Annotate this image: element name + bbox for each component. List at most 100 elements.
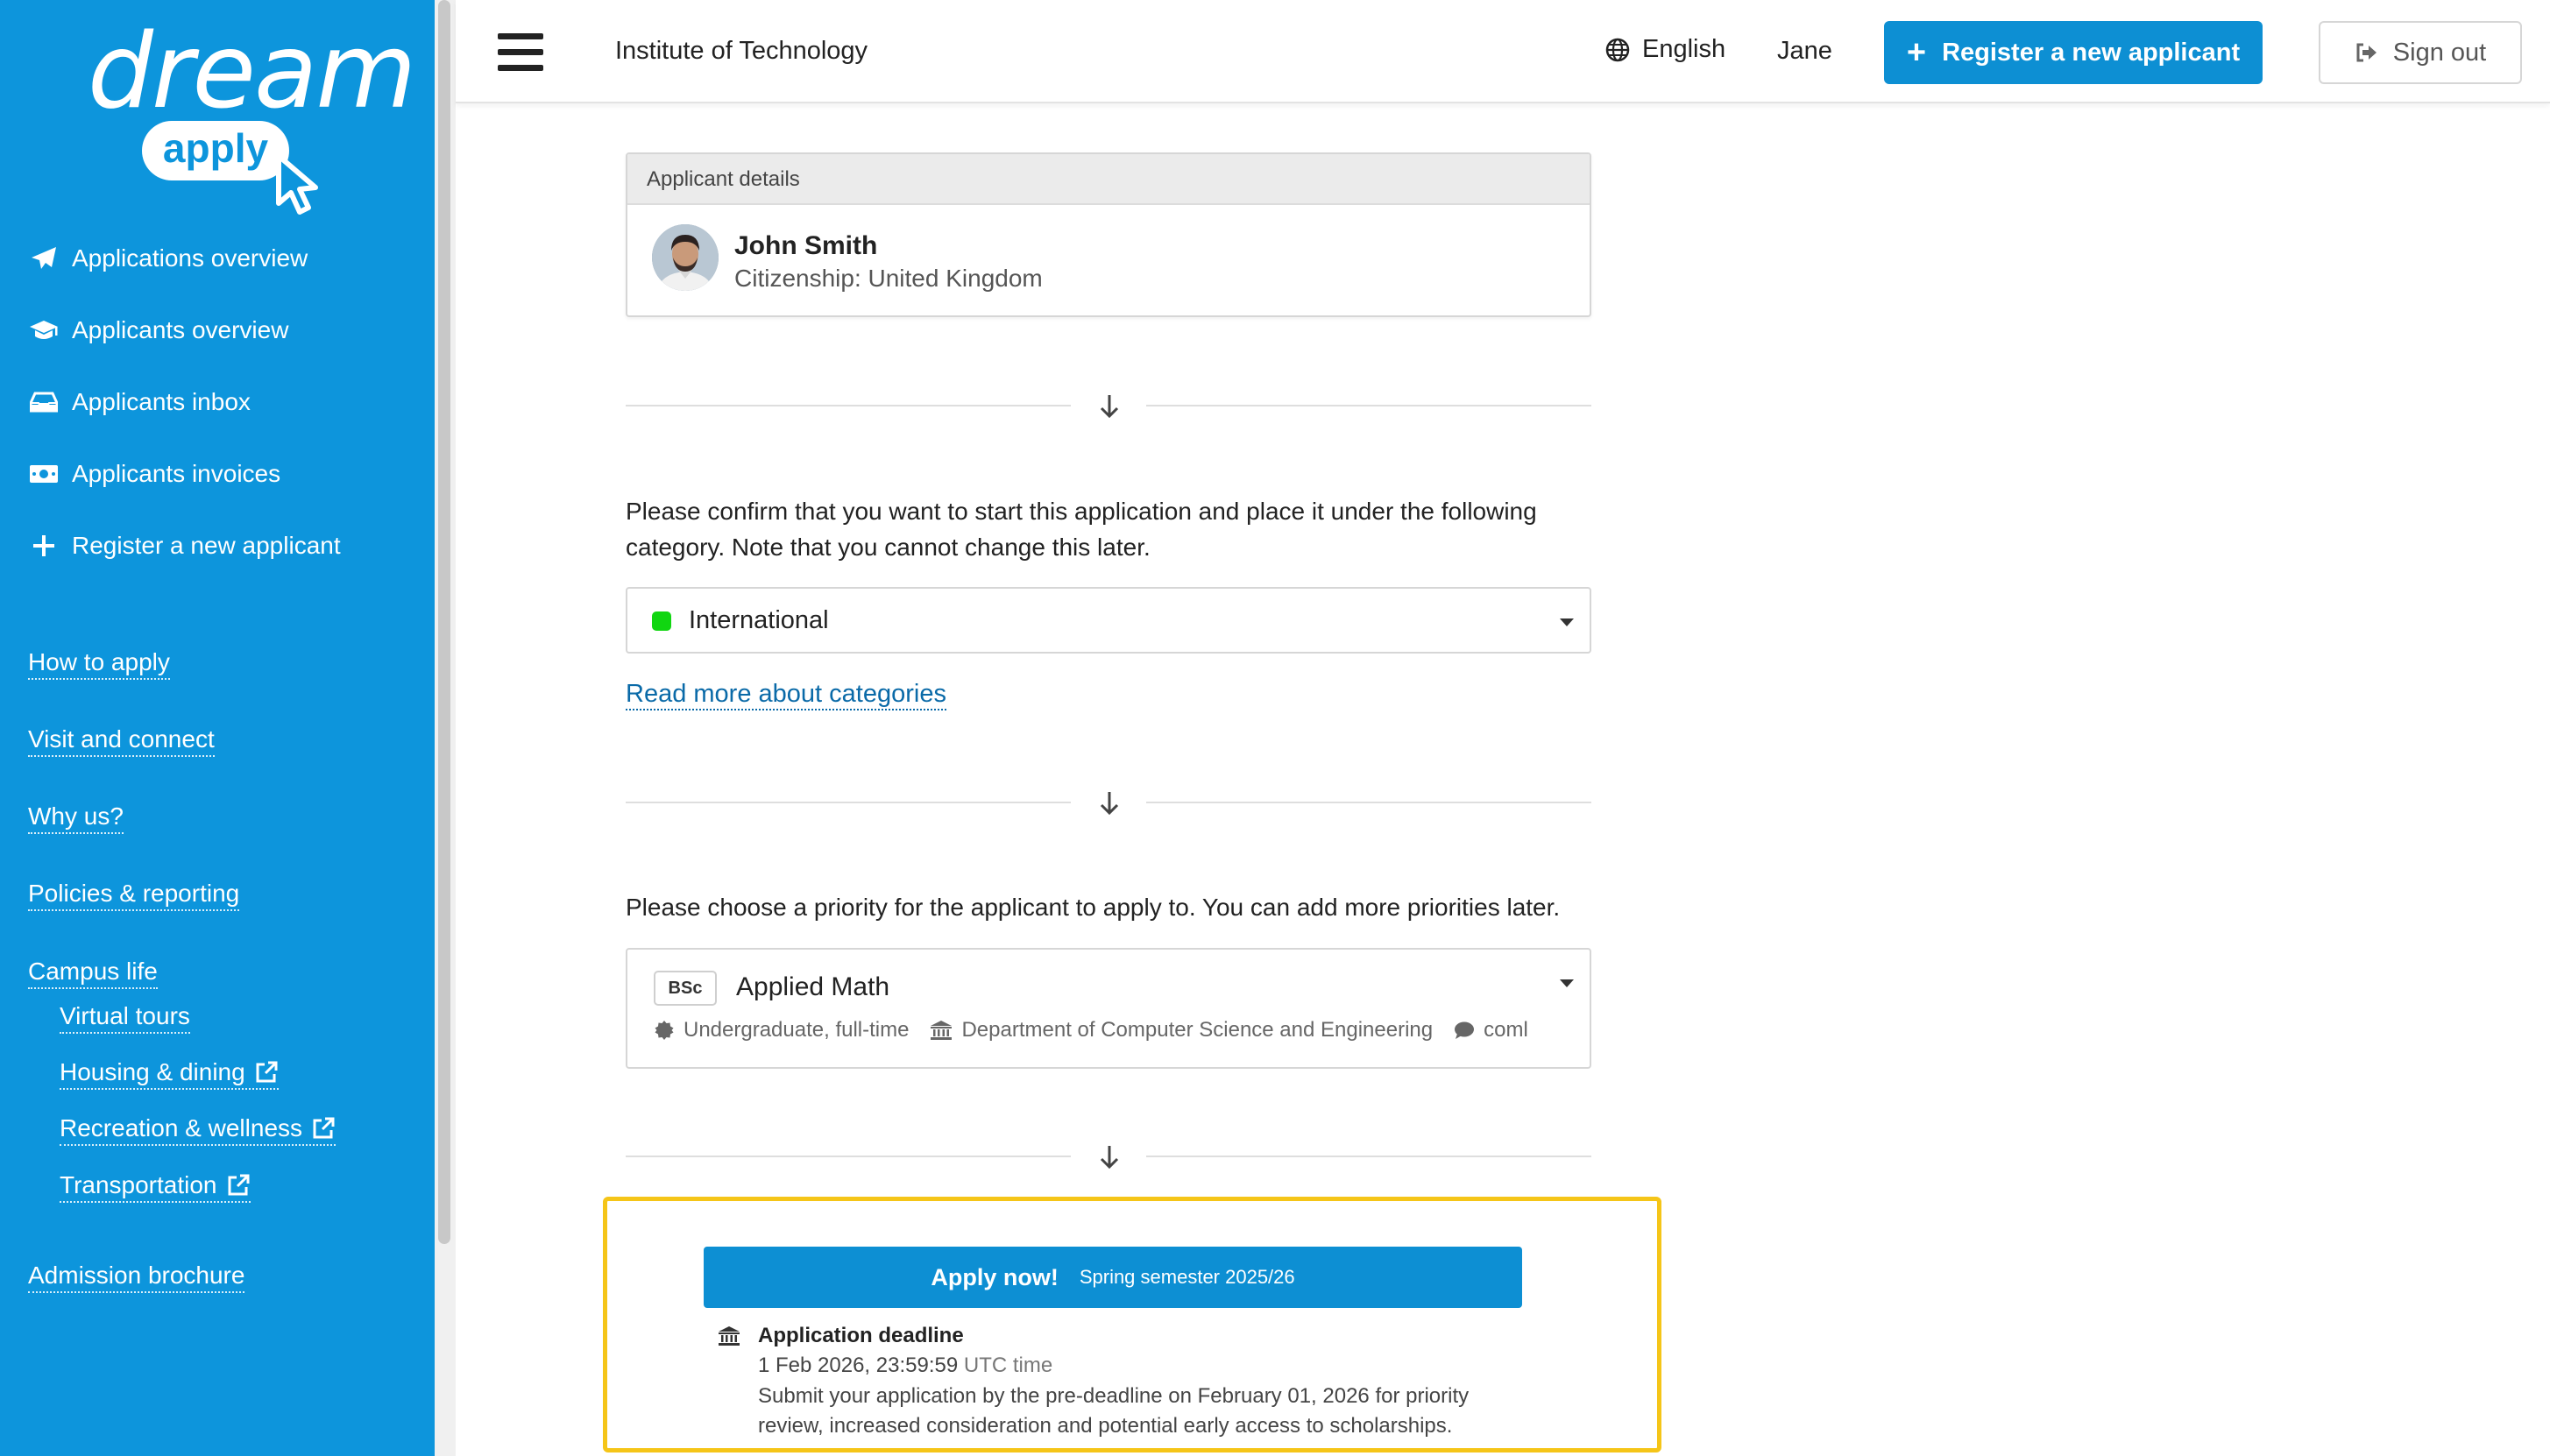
register-button-label: Register a new applicant (1942, 38, 2241, 67)
sidebar-item-label: Applications overview (72, 244, 308, 272)
read-more-categories-link[interactable]: Read more about categories (626, 680, 946, 710)
priority-prompt: Please choose a priority for the applica… (626, 894, 1561, 921)
link-label: Admission brochure (28, 1262, 245, 1289)
applicant-details-card: Applicant details John Smith Citizenship… (626, 152, 1591, 317)
arrow-down-icon (1100, 792, 1119, 816)
scrollbar-thumb[interactable] (438, 0, 450, 1244)
link-housing-dining[interactable]: Housing & dining (60, 1058, 279, 1090)
category-select[interactable]: International (626, 587, 1591, 654)
sidebar: dream apply Applications overview Applic… (0, 0, 435, 1456)
link-why-us[interactable]: Why us? (28, 802, 124, 834)
cursor-icon (276, 153, 318, 215)
category-prompt: Please confirm that you want to start th… (626, 498, 1537, 561)
user-menu[interactable]: Jane (1777, 37, 1832, 66)
link-label: Transportation (60, 1171, 217, 1198)
top-bar: Institute of Technology English Jane + R… (456, 0, 2550, 103)
chevron-down-icon (1560, 618, 1574, 626)
step-divider (626, 1139, 1591, 1174)
link-transportation[interactable]: Transportation (60, 1171, 251, 1203)
sidebar-scrollbar[interactable] (435, 0, 456, 1456)
sign-out-label: Sign out (2392, 38, 2487, 67)
chevron-down-icon (1560, 979, 1574, 987)
logo-wordmark: dream (88, 11, 416, 131)
programme-level: Undergraduate, full-time (654, 1018, 909, 1043)
link-label: Policies & reporting (28, 880, 240, 907)
register-applicant-button[interactable]: + Register a new applicant (1884, 21, 2263, 84)
link-virtual-tours[interactable]: Virtual tours (60, 1002, 190, 1034)
institution-name: Institute of Technology (615, 37, 868, 65)
sidebar-item-label: Applicants overview (72, 316, 289, 343)
dreamapply-logo[interactable]: dream apply (88, 19, 416, 215)
link-label: Housing & dining (60, 1058, 245, 1085)
sign-out-icon (2356, 43, 2376, 62)
card-header: Applicant details (627, 154, 1590, 205)
link-campus-life[interactable]: Campus life (28, 958, 158, 989)
paper-plane-icon (28, 245, 60, 272)
link-visit-and-connect[interactable]: Visit and connect (28, 725, 215, 757)
deadline-datetime: 1 Feb 2026, 23:59:59 (758, 1354, 959, 1377)
semester-label: Spring semester 2025/26 (1079, 1266, 1295, 1288)
programme-meta: Undergraduate, full-time Department of C… (654, 1018, 1549, 1043)
sidebar-item-applications-overview[interactable]: Applications overview (28, 237, 308, 280)
apply-panel: Apply now! Spring semester 2025/26 Appli… (603, 1197, 1661, 1452)
programme-extra-label: coml (1484, 1018, 1528, 1042)
institution-icon (931, 1021, 953, 1040)
programme-title: Applied Math (736, 972, 890, 1001)
sidebar-item-label: Applicants invoices (72, 460, 281, 487)
programme-level-label: Undergraduate, full-time (684, 1018, 910, 1042)
certificate-icon (655, 1021, 674, 1040)
external-link-icon (228, 1174, 249, 1196)
link-label: Recreation & wellness (60, 1114, 303, 1141)
sidebar-item-applicants-overview[interactable]: Applicants overview (28, 308, 288, 352)
menu-icon[interactable] (498, 33, 543, 72)
sidebar-item-label: Applicants inbox (72, 388, 251, 415)
sidebar-item-applicants-inbox[interactable]: Applicants inbox (28, 380, 251, 424)
globe-icon (1605, 38, 1630, 61)
deadline-date: 1 Feb 2026, 23:59:59 UTC time (758, 1354, 1052, 1378)
inbox-icon (28, 389, 60, 415)
link-label: Campus life (28, 958, 158, 985)
link-admission-brochure[interactable]: Admission brochure (28, 1262, 245, 1293)
applicant-citizenship: Citizenship: United Kingdom (734, 265, 1043, 292)
link-recreation-wellness[interactable]: Recreation & wellness (60, 1114, 336, 1146)
step-divider (626, 785, 1591, 820)
avatar (652, 224, 719, 291)
apply-now-button[interactable]: Apply now! Spring semester 2025/26 (704, 1247, 1522, 1308)
logo-tag: apply (142, 121, 289, 180)
sign-out-button[interactable]: Sign out (2319, 21, 2522, 84)
arrow-down-icon (1100, 1146, 1119, 1170)
link-how-to-apply[interactable]: How to apply (28, 648, 170, 680)
arrow-down-icon (1100, 395, 1119, 419)
link-label: Virtual tours (60, 1002, 190, 1029)
money-bill-icon (28, 461, 60, 487)
link-policies-reporting[interactable]: Policies & reporting (28, 880, 240, 911)
deadline-timezone: UTC time (963, 1354, 1053, 1377)
applicant-name: John Smith (734, 231, 878, 260)
priority-select[interactable]: BSc Applied Math Undergraduate, full-tim… (626, 948, 1591, 1069)
deadline-title: Application deadline (758, 1324, 964, 1347)
degree-badge: BSc (654, 971, 717, 1006)
external-link-icon (256, 1061, 278, 1083)
sidebar-item-applicants-invoices[interactable]: Applicants invoices (28, 452, 280, 496)
programme-department-label: Department of Computer Science and Engin… (961, 1018, 1434, 1042)
category-selected-value: International (689, 606, 829, 634)
plus-icon (28, 533, 60, 559)
category-color-dot (652, 611, 671, 631)
programme-extra: coml (1454, 1018, 1528, 1043)
plus-icon: + (1906, 33, 1927, 71)
deadline-description: Submit your application by the pre-deadl… (758, 1384, 1470, 1438)
programme-department: Department of Computer Science and Engin… (930, 1018, 1433, 1043)
sidebar-item-register-applicant[interactable]: Register a new applicant (28, 524, 341, 568)
language-selector[interactable]: English (1605, 35, 1725, 64)
comment-icon (1455, 1021, 1475, 1039)
external-link-icon (313, 1117, 335, 1139)
step-divider (626, 388, 1591, 423)
sidebar-item-label: Register a new applicant (72, 532, 341, 559)
institution-icon (719, 1326, 740, 1346)
apply-button-label: Apply now! (931, 1263, 1059, 1290)
link-label: How to apply (28, 648, 170, 675)
link-label: Visit and connect (28, 725, 215, 753)
graduation-cap-icon (28, 317, 60, 343)
link-label: Why us? (28, 802, 124, 830)
language-label: English (1642, 35, 1726, 63)
